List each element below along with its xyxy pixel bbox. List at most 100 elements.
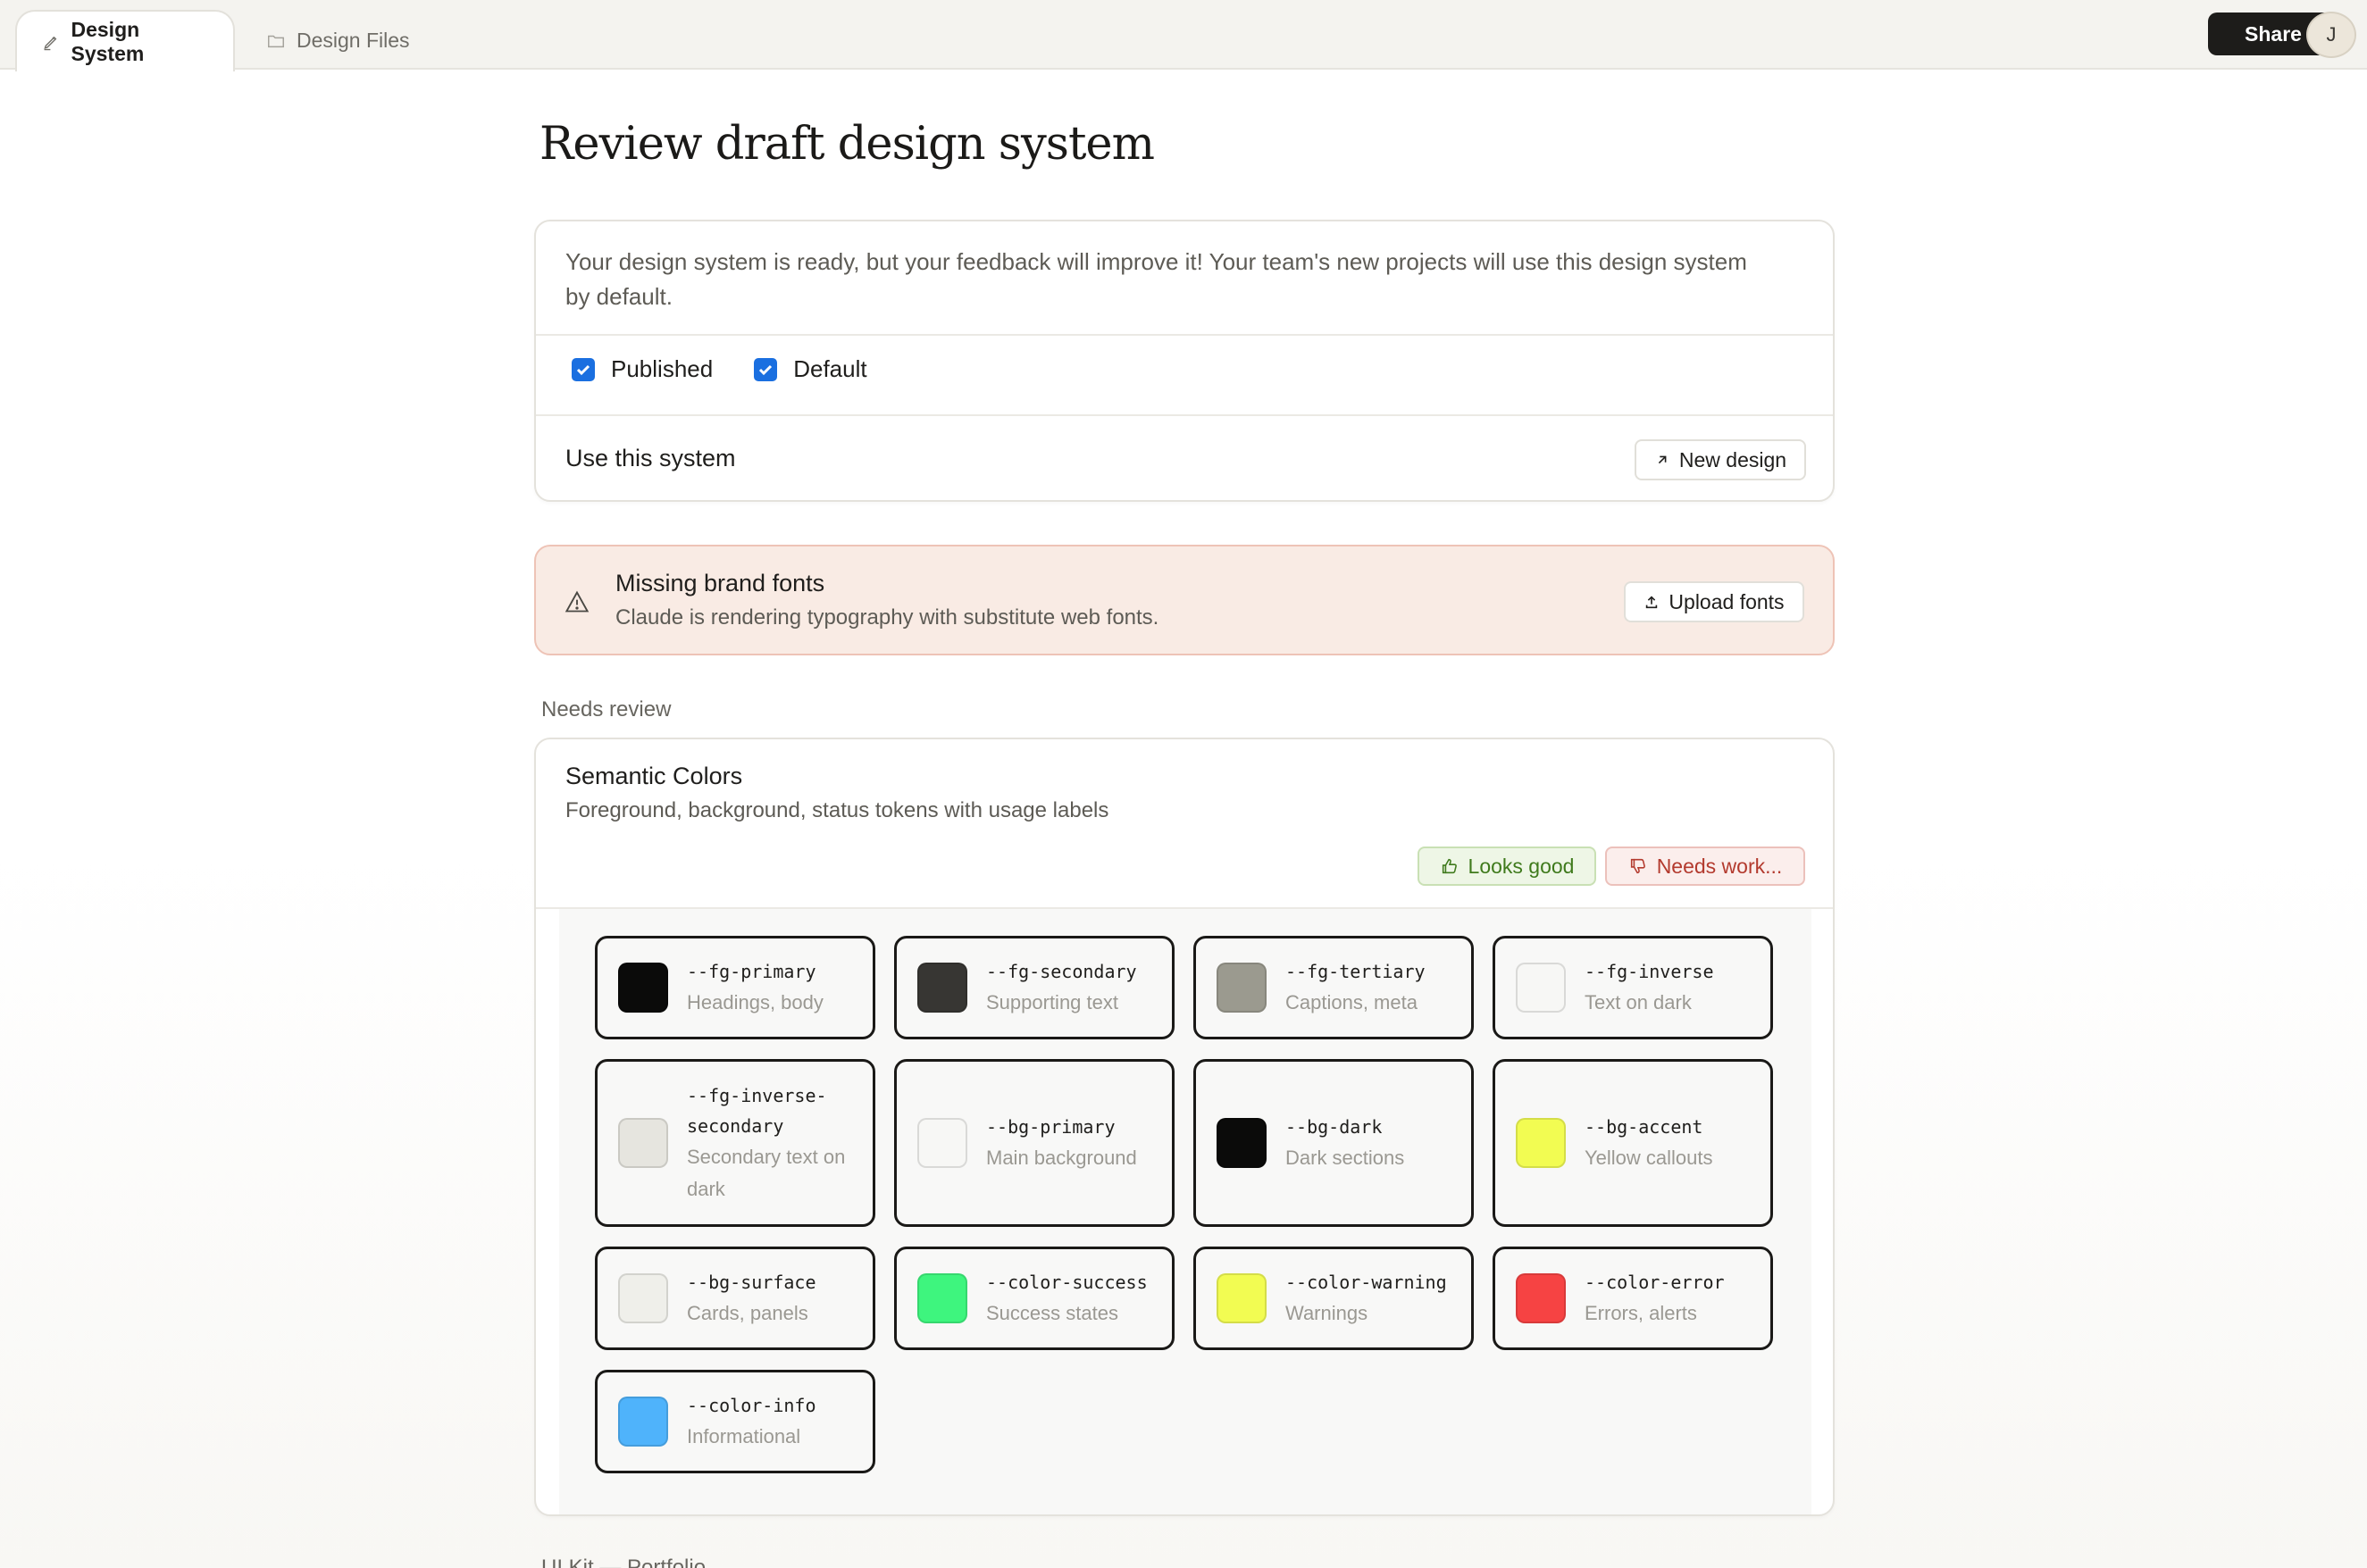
tab-design-files[interactable]: Design Files <box>241 10 435 71</box>
new-design-label: New design <box>1678 447 1787 471</box>
color-token-name: --bg-primary <box>986 1116 1116 1138</box>
color-swatch-chip <box>618 1273 668 1323</box>
warning-description: Claude is rendering typography with subs… <box>615 605 1159 630</box>
color-token-usage: Success states <box>986 1302 1118 1324</box>
color-token-text: --bg-primary Main background <box>986 1112 1159 1174</box>
checkbox-checked-icon[interactable] <box>754 357 778 381</box>
card-subtitle: Foreground, background, status tokens wi… <box>565 798 1109 822</box>
upload-fonts-button[interactable]: Upload fonts <box>1624 581 1804 622</box>
color-token-usage: Headings, body <box>687 991 824 1013</box>
color-token-name: --color-success <box>986 1272 1148 1293</box>
color-token-text: --bg-dark Dark sections <box>1285 1112 1459 1174</box>
color-token-usage: Main background <box>986 1147 1137 1169</box>
color-token-text: --color-info Informational <box>687 1390 860 1453</box>
color-swatch-chip <box>917 1273 967 1323</box>
looks-good-button[interactable]: Looks good <box>1418 847 1596 886</box>
divider <box>536 334 1833 336</box>
top-tab-bar: Design System Design Files Share J <box>0 0 2367 71</box>
divider <box>536 414 1833 416</box>
color-token-tile[interactable]: --fg-inverse-secondary Secondary text on … <box>595 1059 875 1227</box>
needs-work-label: Needs work... <box>1656 854 1783 878</box>
color-token-tile[interactable]: --color-warning Warnings <box>1193 1247 1474 1350</box>
color-token-usage: Captions, meta <box>1285 991 1418 1013</box>
color-token-text: --color-success Success states <box>986 1267 1159 1330</box>
tab-design-system[interactable]: Design System <box>15 10 235 71</box>
color-token-tile[interactable]: --color-info Informational <box>595 1370 875 1473</box>
info-card: Your design system is ready, but your fe… <box>534 220 1835 502</box>
color-swatch-grid: --fg-primary Headings, body --fg-secondary… <box>559 909 1811 1514</box>
avatar[interactable]: J <box>2306 12 2356 58</box>
published-checkbox[interactable]: Published <box>572 355 713 383</box>
color-token-name: --fg-inverse-secondary <box>687 1085 827 1137</box>
color-token-tile[interactable]: --fg-tertiary Captions, meta <box>1193 936 1474 1039</box>
color-token-name: --fg-primary <box>687 961 816 982</box>
color-token-text: --bg-surface Cards, panels <box>687 1267 860 1330</box>
upload-icon <box>1646 596 1658 609</box>
next-section-heading: UI Kit — Portfolio <box>541 1555 707 1568</box>
upload-fonts-label: Upload fonts <box>1669 589 1785 613</box>
pen-icon <box>44 36 57 50</box>
card-title: Semantic Colors <box>565 763 743 789</box>
color-token-usage: Text on dark <box>1585 991 1692 1013</box>
color-token-name: --color-error <box>1585 1272 1725 1293</box>
color-token-tile[interactable]: --bg-dark Dark sections <box>1193 1059 1474 1227</box>
color-swatch-chip <box>618 1397 668 1447</box>
color-token-text: --fg-inverse-secondary Secondary text on … <box>687 1080 860 1205</box>
color-token-text: --color-warning Warnings <box>1285 1267 1459 1330</box>
folder-icon <box>268 35 284 47</box>
color-token-tile[interactable]: --color-error Errors, alerts <box>1493 1247 1773 1350</box>
color-token-usage: Dark sections <box>1285 1147 1405 1169</box>
color-token-tile[interactable]: --fg-primary Headings, body <box>595 936 875 1039</box>
color-token-text: --fg-inverse Text on dark <box>1585 956 1758 1019</box>
color-token-usage: Warnings <box>1285 1302 1368 1324</box>
info-description: Your design system is ready, but your fe… <box>565 248 1747 310</box>
default-label: Default <box>793 355 867 382</box>
needs-review-heading: Needs review <box>541 697 672 721</box>
color-token-name: --bg-accent <box>1585 1116 1703 1138</box>
color-token-tile[interactable]: --fg-inverse Text on dark <box>1493 936 1773 1039</box>
semantic-colors-card: Semantic Colors Foreground, background, … <box>534 738 1835 1516</box>
color-token-name: --fg-secondary <box>986 961 1137 982</box>
color-token-tile[interactable]: --color-success Success states <box>894 1247 1175 1350</box>
thumbs-down-icon <box>1630 858 1645 874</box>
color-token-name: --bg-dark <box>1285 1116 1383 1138</box>
use-system-label: Use this system <box>565 445 736 471</box>
color-token-usage: Yellow callouts <box>1585 1147 1713 1169</box>
needs-work-button[interactable]: Needs work... <box>1605 847 1805 886</box>
warning-triangle-icon <box>565 590 590 613</box>
missing-fonts-warning: Missing brand fonts Claude is rendering … <box>534 545 1835 655</box>
color-token-tile[interactable]: --bg-surface Cards, panels <box>595 1247 875 1350</box>
color-swatch-chip <box>1217 1118 1267 1168</box>
looks-good-label: Looks good <box>1468 854 1575 878</box>
arrow-up-right-icon <box>1658 455 1667 464</box>
color-token-text: --bg-accent Yellow callouts <box>1585 1112 1758 1174</box>
color-swatch-chip <box>1217 1273 1267 1323</box>
status-checkboxes: Published Default <box>572 355 908 383</box>
color-token-usage: Cards, panels <box>687 1302 808 1324</box>
color-token-name: --color-info <box>687 1395 816 1416</box>
color-token-tile[interactable]: --bg-primary Main background <box>894 1059 1175 1227</box>
default-checkbox[interactable]: Default <box>754 355 867 383</box>
color-swatch-chip <box>1516 1118 1566 1168</box>
new-design-button[interactable]: New design <box>1635 439 1806 480</box>
color-token-usage: Errors, alerts <box>1585 1302 1697 1324</box>
thumbs-up-icon <box>1442 858 1457 874</box>
color-token-text: --fg-secondary Supporting text <box>986 956 1159 1019</box>
color-token-tile[interactable]: --fg-secondary Supporting text <box>894 936 1175 1039</box>
color-token-usage: Informational <box>687 1425 801 1447</box>
color-swatch-chip <box>1516 963 1566 1013</box>
color-token-name: --fg-inverse <box>1585 961 1714 982</box>
color-token-tile[interactable]: --bg-accent Yellow callouts <box>1493 1059 1773 1227</box>
color-token-text: --fg-primary Headings, body <box>687 956 860 1019</box>
color-token-text: --fg-tertiary Captions, meta <box>1285 956 1459 1019</box>
color-swatch-chip <box>618 963 668 1013</box>
color-token-usage: Secondary text on dark <box>687 1146 846 1200</box>
color-token-name: --fg-tertiary <box>1285 961 1426 982</box>
color-token-usage: Supporting text <box>986 991 1118 1013</box>
color-swatch-chip <box>917 963 967 1013</box>
color-swatch-chip <box>917 1118 967 1168</box>
color-swatch-chip <box>1516 1273 1566 1323</box>
color-swatch-chip <box>1217 963 1267 1013</box>
warning-title: Missing brand fonts <box>615 570 825 596</box>
checkbox-checked-icon[interactable] <box>572 357 595 381</box>
